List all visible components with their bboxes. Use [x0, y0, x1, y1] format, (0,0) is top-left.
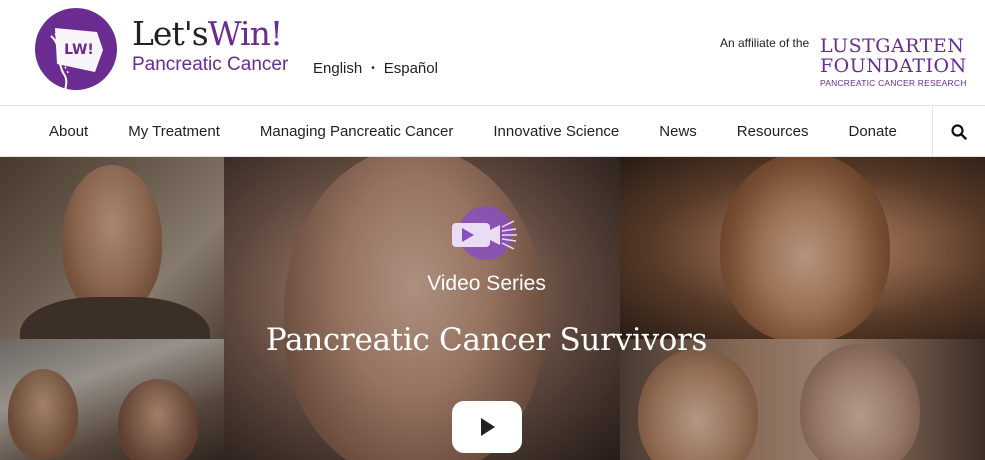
lustgarten-line1: LUSTGARTEN [820, 35, 965, 57]
search-icon [951, 123, 967, 140]
site-header: LW! Let'sWin! Pancreatic Cancer English … [0, 0, 985, 106]
nav-item-managing-pancreatic-cancer[interactable]: Managing Pancreatic Cancer [240, 106, 473, 157]
brand-prefix: Let's [132, 14, 209, 53]
lustgarten-line2: FOUNDATION [820, 55, 967, 77]
main-nav: About My Treatment Managing Pancreatic C… [0, 106, 985, 157]
logo-text: LW! [64, 42, 94, 58]
nav-item-donate[interactable]: Donate [829, 106, 917, 157]
nav-item-innovative-science[interactable]: Innovative Science [473, 106, 639, 157]
lustgarten-logo[interactable]: LUSTGARTEN FOUNDATION PANCREATIC CANCER … [820, 35, 967, 88]
video-camera-icon [452, 206, 517, 260]
search-button[interactable] [932, 106, 985, 157]
brand-main: Let'sWin! [132, 16, 288, 52]
brand-title[interactable]: Let'sWin! Pancreatic Cancer [132, 16, 288, 76]
nav-item-my-treatment[interactable]: My Treatment [108, 106, 240, 157]
language-espanol[interactable]: Español [384, 60, 438, 77]
language-switcher: English • Español [313, 60, 438, 77]
nav-item-about[interactable]: About [0, 106, 108, 157]
play-button[interactable] [452, 401, 522, 453]
affiliate-label: An affiliate of the [720, 36, 810, 50]
nav-items: About My Treatment Managing Pancreatic C… [0, 106, 917, 157]
hero-title: Pancreatic Cancer Survivors [265, 322, 708, 358]
nav-item-resources[interactable]: Resources [717, 106, 829, 157]
language-english[interactable]: English [313, 60, 362, 77]
lets-win-logo-icon[interactable]: LW! [33, 6, 119, 92]
nav-item-news[interactable]: News [639, 106, 717, 157]
play-icon [481, 418, 495, 436]
language-separator: • [371, 63, 375, 74]
brand-subtitle: Pancreatic Cancer [132, 54, 289, 75]
hero-kicker: Video Series [427, 272, 546, 295]
brand-highlight: Win! [207, 14, 283, 53]
lustgarten-line3: PANCREATIC CANCER RESEARCH [820, 78, 967, 88]
